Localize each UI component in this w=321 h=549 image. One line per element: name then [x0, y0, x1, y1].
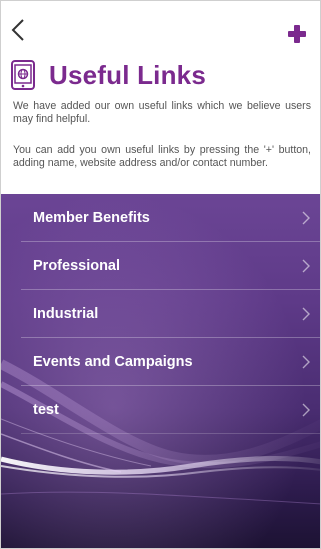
page-title: Useful Links [49, 59, 206, 90]
link-label: test [33, 401, 59, 418]
link-row-professional[interactable]: Professional [21, 242, 320, 290]
chevron-right-icon [302, 259, 310, 273]
link-row-events-and-campaigns[interactable]: Events and Campaigns [21, 338, 320, 386]
intro-paragraph-2: You can add you own useful links by pres… [13, 144, 311, 169]
link-label: Member Benefits [33, 209, 150, 226]
link-label: Industrial [33, 305, 99, 322]
app-screen: Useful Links We have added our own usefu… [0, 0, 321, 549]
chevron-right-icon [302, 211, 310, 225]
chevron-right-icon [302, 355, 310, 369]
back-button[interactable] [5, 15, 31, 45]
chevron-right-icon [302, 403, 310, 417]
link-label: Professional [33, 257, 121, 274]
link-label: Events and Campaigns [33, 353, 193, 370]
phone-link-icon [11, 60, 35, 90]
link-row-industrial[interactable]: Industrial [21, 290, 320, 338]
chevron-right-icon [302, 307, 310, 321]
chevron-left-icon [11, 19, 24, 41]
useful-links-list: Member Benefits Professional Industrial … [1, 194, 320, 434]
link-row-test[interactable]: test [21, 386, 320, 434]
intro-paragraph-1: We have added our own useful links which… [13, 100, 311, 125]
link-row-member-benefits[interactable]: Member Benefits [21, 194, 320, 242]
useful-links-list-area: Member Benefits Professional Industrial … [1, 194, 320, 548]
navigation-bar [1, 1, 320, 53]
plus-icon [288, 25, 306, 43]
page-header: Useful Links [11, 57, 206, 93]
add-link-button[interactable] [286, 23, 308, 45]
